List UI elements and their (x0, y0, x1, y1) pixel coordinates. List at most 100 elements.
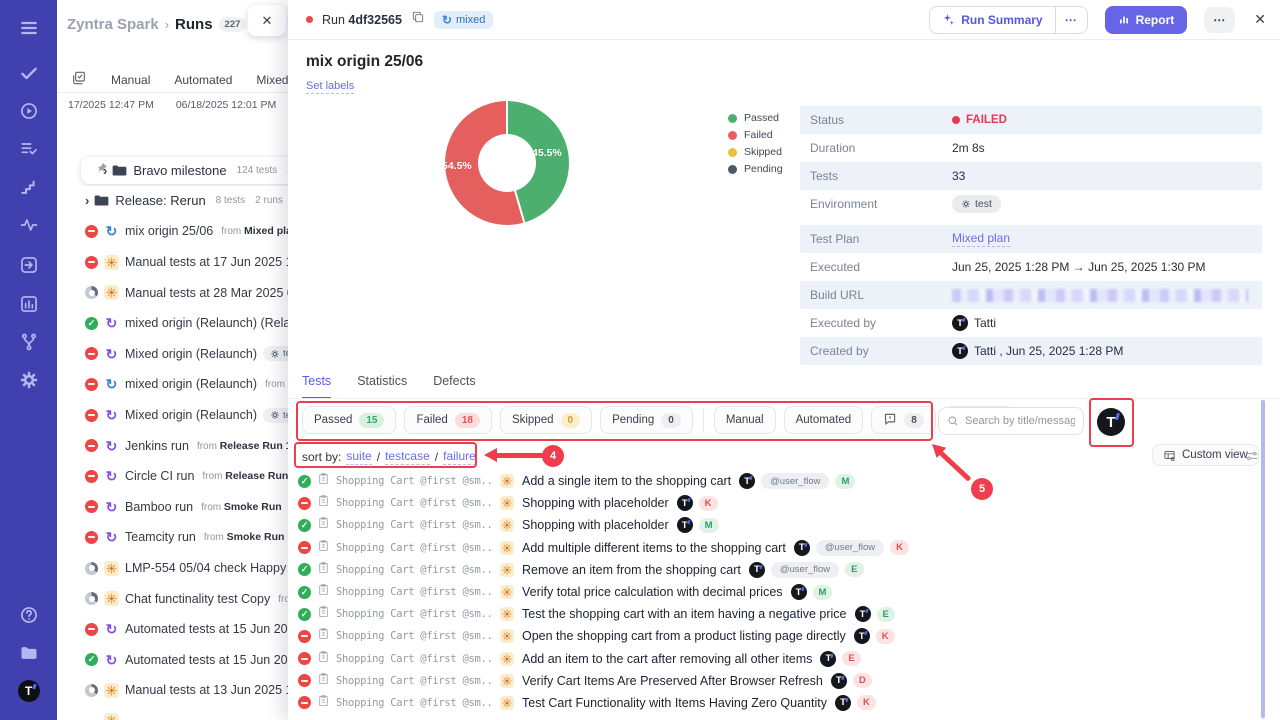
run-row[interactable]: ↻Teamcity runfrom Smoke Run (57, 522, 288, 553)
panel-close-button[interactable]: ✕ (248, 5, 286, 36)
test-title[interactable]: Add a single item to the shopping cart (522, 474, 731, 488)
run-summary-more-button[interactable]: ⋯ (1055, 7, 1087, 33)
run-row[interactable]: ↻Automated tests at 15 Jun 2025 (57, 645, 288, 676)
help-icon[interactable] (18, 604, 40, 626)
filter-chip-skipped[interactable]: Skipped0 (500, 406, 592, 434)
test-title[interactable]: Remove an item from the shopping cart (522, 563, 741, 577)
tab-defects[interactable]: Defects (433, 374, 475, 399)
more-actions-button[interactable]: ⋯ (1204, 7, 1235, 33)
test-row[interactable]: Shopping Cart @first @sm...Shopping with… (298, 514, 1273, 536)
chevron-right-icon[interactable]: › (103, 163, 107, 178)
run-row[interactable]: Chat functinality test Copyfrom (57, 583, 288, 614)
test-suite-path: Shopping Cart @first @sm... (336, 697, 494, 709)
filter-sliders-icon[interactable] (1245, 449, 1259, 468)
breadcrumb-app[interactable]: Zyntra Spark (67, 16, 159, 33)
sort-option-failure[interactable]: failure (443, 449, 476, 465)
filter-chip-manual[interactable]: Manual (714, 406, 776, 434)
test-row[interactable]: Shopping Cart @first @sm...Add multiple … (298, 537, 1273, 559)
test-row[interactable]: Shopping Cart @first @sm... Test Cart Fun… (298, 692, 1273, 714)
user-avatar: T (835, 695, 851, 711)
info-label: Executed (810, 260, 952, 274)
test-title[interactable]: Shopping with placeholder (522, 496, 669, 510)
sort-option-suite[interactable]: suite (346, 449, 371, 465)
filter-chip-failed[interactable]: Failed18 (404, 406, 491, 434)
folder-row[interactable]: ›Release: Rerun8 tests2 runs (57, 186, 288, 217)
run-row[interactable]: Manual tests at 13 Jun 2025 12 (57, 675, 288, 706)
test-row[interactable]: Shopping Cart @first @sm...Verify Cart I… (298, 670, 1273, 692)
bar-chart-icon[interactable] (18, 293, 40, 315)
test-row[interactable]: Shopping Cart @first @sm...Verify total … (298, 581, 1273, 603)
test-row[interactable]: Shopping Cart @first @sm...Open the shop… (298, 625, 1273, 647)
test-runs-icon[interactable] (18, 254, 40, 276)
scrollbar[interactable] (1261, 400, 1265, 720)
user-avatar[interactable]: T (18, 680, 40, 702)
legend-label: Skipped (744, 146, 782, 158)
filter-chip-pending[interactable]: Pending0 (600, 406, 693, 434)
run-row[interactable]: ↻mix origin 25/06from Mixed plan (57, 216, 288, 247)
run-row[interactable]: ↻Mixed origin (Relaunch)te (57, 400, 288, 431)
run-row[interactable]: ↻Mixed origin (Relaunch)te (57, 339, 288, 370)
run-row[interactable]: ↻Jenkins runfrom Release Run 1.0 (57, 430, 288, 461)
info-value[interactable]: Mixed plan (952, 231, 1010, 247)
testcase-icon (317, 516, 330, 534)
branch-icon[interactable] (18, 331, 40, 353)
test-row[interactable]: Shopping Cart @first @sm...Add a single … (298, 470, 1273, 492)
run-row[interactable]: Manual tests at 17 Jun 2025 10 (57, 247, 288, 278)
run-type-badge: ↻mixed (434, 11, 493, 29)
test-title[interactable]: Verify Cart Items Are Preserved After Br… (522, 674, 823, 688)
steps-icon[interactable] (18, 176, 40, 198)
testcase-icon (317, 561, 330, 579)
set-labels-link[interactable]: Set labels (306, 80, 354, 94)
run-row[interactable]: ↻mixed origin (Relaunch) (Relaun (57, 308, 288, 339)
tab-manual[interactable]: Manual (111, 73, 150, 87)
filter-chip-comment-exclaim[interactable]: 8 (871, 406, 936, 434)
test-row[interactable]: Shopping Cart @first @sm...Shopping with… (298, 492, 1273, 514)
tab-tests[interactable]: Tests (302, 374, 331, 399)
test-title[interactable]: Shopping with placeholder (522, 518, 669, 532)
test-title[interactable]: Add multiple different items to the shop… (522, 541, 786, 555)
test-title[interactable]: Test the shopping cart with an item havi… (522, 607, 847, 621)
copy-icon[interactable] (411, 10, 425, 29)
folder-icon[interactable] (18, 642, 40, 664)
run-row[interactable]: LMP-554 05/04 check Happy P (57, 553, 288, 584)
drawer-close-button[interactable]: ✕ (1254, 11, 1266, 28)
folder-row[interactable]: ›Bravo milestone124 tests33 runs (57, 155, 288, 186)
check-icon[interactable] (18, 62, 40, 84)
chevron-right-icon[interactable]: › (85, 193, 89, 208)
run-row[interactable] (57, 706, 288, 720)
tab-automated[interactable]: Automated (174, 73, 232, 87)
pulse-icon[interactable] (18, 214, 40, 236)
runs-tree-list: ›Bravo milestone124 tests33 runs›Release… (57, 155, 288, 720)
info-value: 2m 8s (952, 141, 985, 155)
search-input[interactable] (965, 415, 1075, 427)
run-row[interactable]: Manual tests at 28 Mar 2025 0 (57, 277, 288, 308)
test-title[interactable]: Verify total price calculation with deci… (522, 585, 783, 599)
assignee-filter-avatar[interactable]: T (1097, 408, 1125, 436)
test-title[interactable]: Open the shopping cart from a product li… (522, 629, 846, 643)
scrollbar-thumb[interactable] (1261, 400, 1265, 718)
play-circle-icon[interactable] (18, 100, 40, 122)
filter-chip-automated[interactable]: Automated (784, 406, 864, 434)
hamburger-menu-icon[interactable] (18, 17, 40, 39)
test-row[interactable]: Shopping Cart @first @sm...Remove an ite… (298, 559, 1273, 581)
run-summary-button[interactable]: Run Summary (930, 7, 1054, 33)
run-row[interactable]: ↻Circle CI runfrom Release Run 1.0 (57, 461, 288, 492)
test-row[interactable]: Shopping Cart @first @sm...Add an item t… (298, 648, 1273, 670)
filter-chip-passed[interactable]: Passed15 (302, 406, 396, 434)
spark-icon (500, 563, 514, 577)
gear-icon[interactable] (18, 369, 40, 391)
tab-statistics[interactable]: Statistics (357, 374, 407, 399)
run-row[interactable]: ↻Automated tests at 15 Jun 2025 (57, 614, 288, 645)
list-check-icon[interactable] (18, 138, 40, 160)
run-row[interactable]: ↻Bamboo runfrom Smoke Run (57, 492, 288, 523)
custom-view-button[interactable]: Custom view (1152, 444, 1259, 466)
tab-mixed[interactable]: Mixed (256, 73, 288, 87)
test-title[interactable]: Test Cart Functionality with Items Havin… (522, 696, 827, 710)
test-title[interactable]: Add an item to the cart after removing a… (522, 652, 812, 666)
select-all-icon[interactable] (71, 70, 87, 89)
info-label: Executed by (810, 316, 952, 330)
test-row[interactable]: Shopping Cart @first @sm...Test the shop… (298, 603, 1273, 625)
run-row[interactable]: ↻mixed origin (Relaunch)from Mi (57, 369, 288, 400)
sort-option-testcase[interactable]: testcase (385, 449, 430, 465)
report-button[interactable]: Report (1105, 6, 1188, 34)
